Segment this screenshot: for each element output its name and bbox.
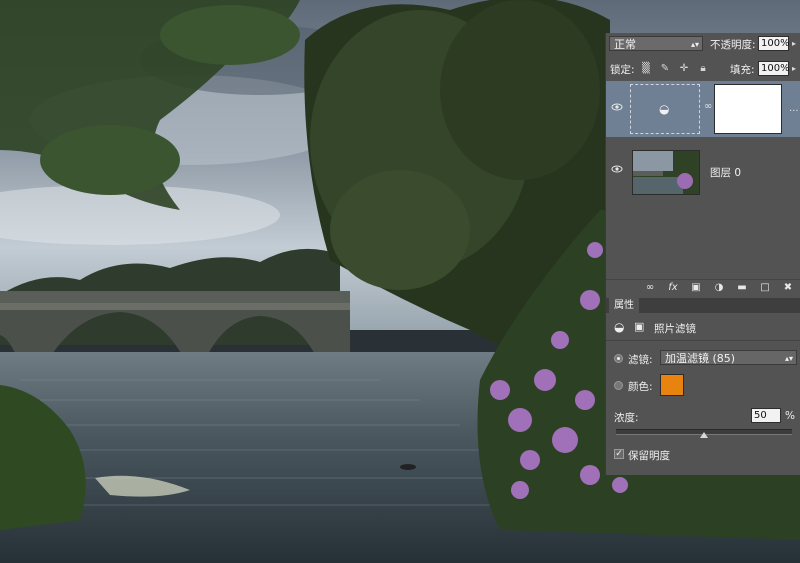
new-adjustment-layer-icon[interactable]: ◑ (713, 282, 725, 294)
fill-slider-arrow-icon[interactable]: ▸ (792, 64, 796, 73)
layers-panel: 正常 ▴▾ 不透明度: 100% ▸ 锁定: ▒ ✎ ✛ 🔒︎ 填充: 100%… (605, 33, 800, 298)
preserve-luminosity-checkbox[interactable]: ✓ (614, 449, 624, 459)
layer-row-photo-filter[interactable]: ◒ ∞ ... (606, 81, 800, 137)
color-label: 颜色: (628, 381, 653, 393)
photo-filter-adjustment-icon[interactable]: ◒ (614, 320, 624, 334)
adjustment-title: 照片滤镜 (654, 323, 696, 335)
trash-icon[interactable]: ✖ (782, 282, 794, 294)
layer-style-fx-icon[interactable]: fx (667, 282, 679, 294)
lock-all-icon[interactable]: 🔒︎ (697, 63, 709, 75)
photo-filter-icon: ◒ (659, 102, 670, 116)
eye-icon[interactable] (611, 163, 623, 175)
updown-arrow-icon: ▴▾ (690, 40, 699, 49)
checkmark-icon: ✓ (615, 449, 623, 459)
updown-arrow-icon: ▴▾ (784, 354, 793, 363)
filter-value: 加温滤镜 (85) (665, 352, 736, 365)
filter-label: 滤镜: (628, 354, 653, 366)
eye-icon[interactable] (611, 101, 623, 113)
color-swatch[interactable] (660, 374, 684, 396)
preserve-luminosity-label: 保留明度 (628, 450, 670, 462)
lock-position-icon[interactable]: ✛ (678, 63, 690, 75)
tab-properties[interactable]: 属性 (609, 298, 639, 313)
layer-name[interactable]: 图层 0 (710, 165, 741, 180)
fill-label: 填充: (730, 64, 755, 76)
chain-link-icon[interactable]: ∞ (704, 101, 712, 112)
layer-thumbnail-image (633, 151, 699, 194)
add-mask-icon[interactable]: ▣ (690, 282, 702, 294)
mask-icon[interactable]: ▣ (634, 320, 644, 333)
density-unit: % (785, 410, 795, 422)
new-group-folder-icon[interactable]: ▬ (736, 282, 748, 294)
density-label: 浓度: (614, 412, 639, 424)
density-slider-thumb[interactable] (700, 432, 708, 438)
lock-transparent-pixels-icon[interactable]: ▒ (640, 63, 652, 75)
more-indicator: ... (789, 103, 799, 114)
properties-panel: 属性 ◒ ▣ 照片滤镜 滤镜: 加温滤镜 (85) ▴▾ 颜色: 浓度: 50 … (605, 298, 800, 475)
lock-image-pixels-icon[interactable]: ✎ (659, 63, 671, 75)
layer-mask-thumbnail[interactable] (714, 84, 782, 134)
link-layers-icon[interactable]: ∞ (644, 282, 656, 294)
properties-tabbar: 属性 (606, 298, 800, 313)
layers-panel-footer: ∞ fx ▣ ◑ ▬ □ ✖ (606, 279, 800, 296)
opacity-label: 不透明度: (710, 39, 756, 51)
filter-radio[interactable] (614, 354, 623, 363)
density-field[interactable]: 50 (751, 408, 781, 423)
lock-label: 锁定: (610, 64, 635, 76)
divider (606, 340, 800, 341)
blend-mode-value: 正常 (614, 38, 636, 51)
layer-row-layer0[interactable]: 图层 0 (606, 143, 800, 199)
adjustment-layer-thumbnail[interactable]: ◒ (630, 84, 700, 134)
opacity-field[interactable]: 100% (758, 36, 790, 51)
filter-dropdown[interactable]: 加温滤镜 (85) ▴▾ (660, 350, 797, 365)
layer-thumbnail[interactable] (632, 150, 700, 195)
color-radio[interactable] (614, 381, 623, 390)
fill-field[interactable]: 100% (758, 61, 790, 76)
new-layer-icon[interactable]: □ (759, 282, 771, 294)
opacity-slider-arrow-icon[interactable]: ▸ (792, 39, 796, 48)
blend-mode-dropdown[interactable]: 正常 ▴▾ (609, 36, 703, 51)
